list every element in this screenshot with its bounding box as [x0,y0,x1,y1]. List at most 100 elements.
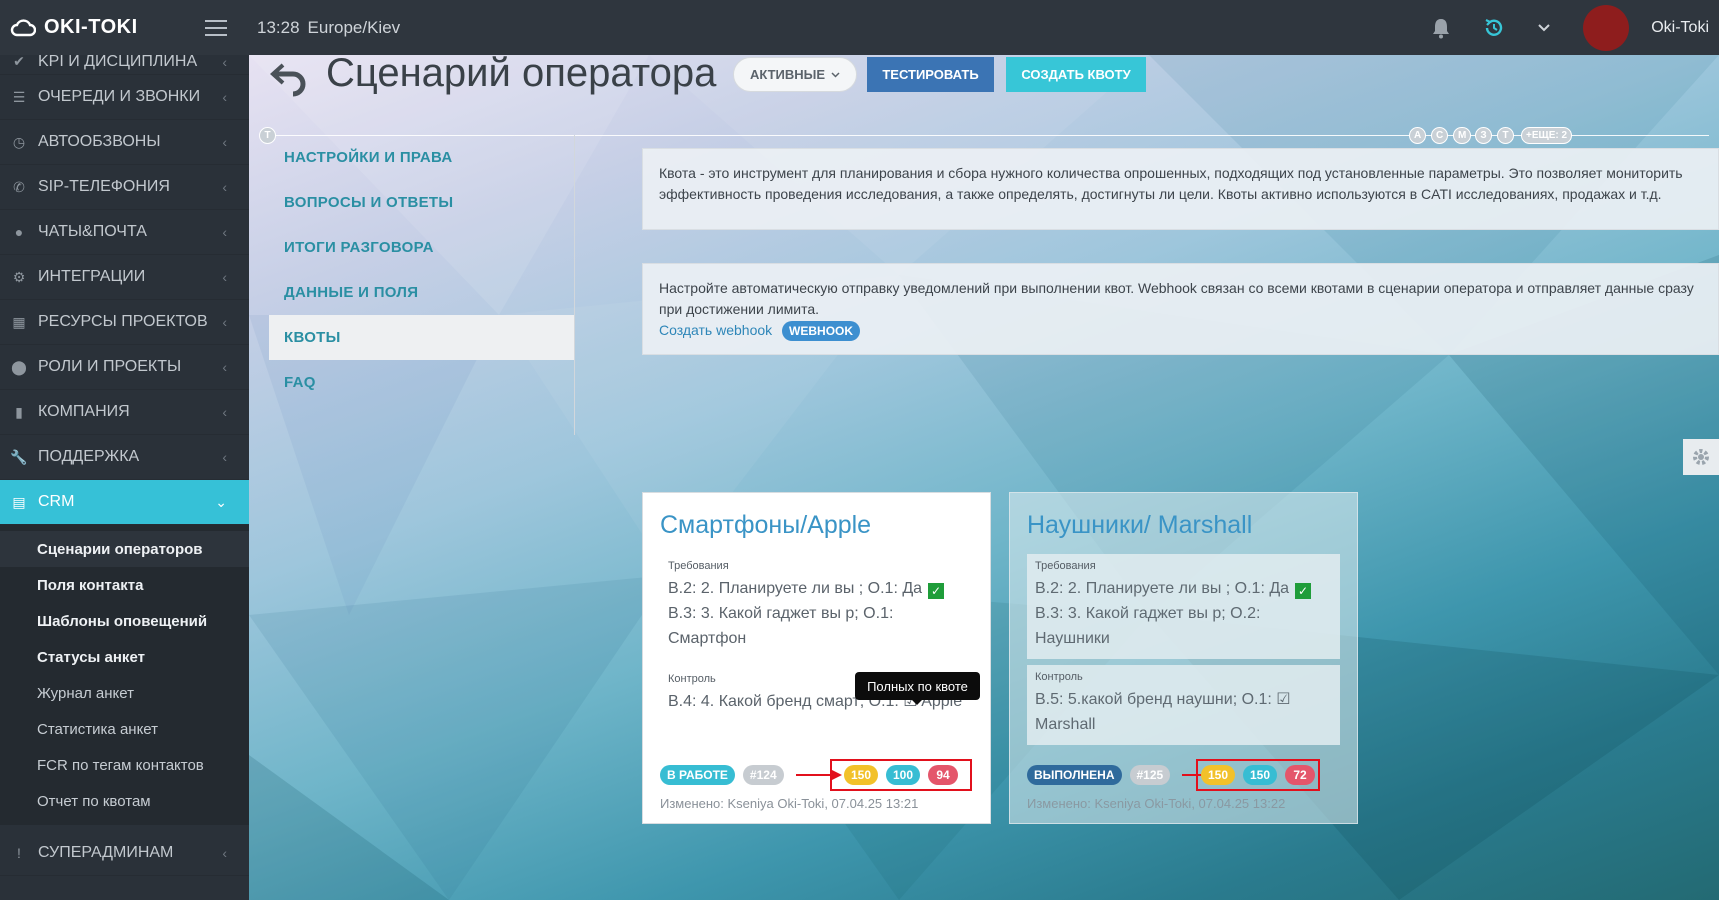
bell-icon[interactable] [1431,17,1451,39]
sidebar-item-label: КОМПАНИЯ [38,403,130,420]
sidebar-item-crm[interactable]: ▤ CRM ⌄ [0,480,249,525]
nav-settings[interactable]: НАСТРОЙКИ И ПРАВА [269,135,574,180]
chevron-down-icon: ⌄ [215,493,227,510]
timezone: Europe/Kiev [307,17,401,37]
sidebar-item-support[interactable]: 🔧 ПОДДЕРЖКА ‹ [0,435,249,480]
timeline-dot[interactable]: A [1409,127,1427,144]
sidebar-item-label: KPI И ДИСЦИПЛИНА [38,52,198,70]
timeline-dot[interactable]: T [1497,127,1514,144]
timeline-dot[interactable]: C [1431,127,1449,144]
chevron-left-icon: ‹ [222,53,227,70]
chat-icon: ● [14,224,24,240]
sidebar-item-label: ПОДДЕРЖКА [38,448,140,465]
chevron-left-icon: ‹ [222,89,227,105]
settings-gear-button[interactable] [1683,439,1719,475]
main-content: Сценарий оператора АКТИВНЫЕ ТЕСТИРОВАТЬ … [249,55,1719,900]
timeline-more[interactable]: +ЕЩЕ: 2 [1521,127,1573,144]
history-icon[interactable] [1483,17,1505,39]
checkbox-checked-icon: ✓ [928,583,945,599]
filter-dropdown[interactable]: АКТИВНЫЕ [733,57,857,92]
submenu-item-contact-fields[interactable]: Поля контакта [0,567,249,603]
gears-icon: ⚙ [12,268,26,285]
chevron-left-icon: ‹ [222,134,227,150]
sidebar-item-autodial[interactable]: ◷ АВТООБЗВОНЫ ‹ [0,120,249,165]
tooltip: Полных по квоте [855,672,980,705]
exclamation-icon: ! [17,845,21,861]
chart-icon: ▮ [15,403,23,420]
logo[interactable]: OKI-TOKI [0,16,195,39]
quota-title[interactable]: Смартфоны/Apple [660,511,973,540]
menu-toggle-icon[interactable] [205,19,227,36]
page-title: Сценарий оператора [326,55,717,95]
crm-submenu: Сценарии операторов Поля контакта Шаблон… [0,525,249,825]
sidebar-item-roles[interactable]: ⬤ РОЛИ И ПРОЕКТЫ ‹ [0,345,249,390]
list-icon: ☰ [12,88,26,105]
create-quota-button[interactable]: СОЗДАТЬ КВОТУ [1006,57,1146,92]
create-webhook-link[interactable]: Создать webhook [659,322,772,338]
card-footer: В РАБОТЕ #124 [660,765,844,785]
crm-icon: ▤ [12,493,26,510]
submenu-item-scenarios[interactable]: Сценарии операторов [0,531,249,567]
sidebar-item-company[interactable]: ▮ КОМПАНИЯ ‹ [0,390,249,435]
chevron-left-icon: ‹ [222,314,227,330]
sidebar-item-resources[interactable]: ▦ РЕСУРСЫ ПРОЕКТОВ ‹ [0,300,249,345]
nav-data-fields[interactable]: ДАННЫЕ И ПОЛЯ [269,270,574,315]
scenario-nav: НАСТРОЙКИ И ПРАВА ВОПРОСЫ И ОТВЕТЫ ИТОГИ… [269,135,575,435]
submenu-item-statuses[interactable]: Статусы анкет [0,639,249,675]
chevron-down-icon [831,71,840,78]
nav-faq[interactable]: FAQ [269,360,574,405]
quota-title[interactable]: Наушники/ Marshall [1027,511,1340,540]
sidebar-item-kpi[interactable]: ✔ KPI И ДИСЦИПЛИНА ‹ [0,49,249,75]
submenu-item-statistics[interactable]: Статистика анкет [0,711,249,747]
sidebar-item-queues[interactable]: ☰ ОЧЕРЕДИ И ЗВОНКИ ‹ [0,75,249,120]
sidebar-item-label: АВТООБЗВОНЫ [38,133,161,150]
requirement-line: B.2: 2. Планируете ли вы ; O.1: Да [668,580,923,597]
back-arrow-icon[interactable] [269,57,309,97]
requirements-block: Требования B.2: 2. Планируете ли вы ; O.… [1027,554,1340,659]
status-badge: ВЫПОЛНЕНА [1027,765,1122,785]
nav-quotas[interactable]: КВОТЫ [269,315,574,360]
top-bar: OKI-TOKI 13:28 Europe/Kiev Oki-Toki [0,0,1719,55]
timeline-dot[interactable]: З [1475,127,1492,144]
quota-limit-count: 150 [843,765,878,785]
sidebar-item-sip[interactable]: ✆ SIP-ТЕЛЕФОНИЯ ‹ [0,165,249,210]
nav-questions[interactable]: ВОПРОСЫ И ОТВЕТЫ [269,180,574,225]
quota-info-box: Квота - это инструмент для планирования … [642,148,1719,230]
user-name[interactable]: Oki-Toki [1651,19,1709,37]
submenu-item-quota-report[interactable]: Отчет по квотам [0,783,249,819]
timeline-dot[interactable]: M [1453,127,1472,144]
nav-results[interactable]: ИТОГИ РАЗГОВОРА [269,225,574,270]
submenu-item-journal[interactable]: Журнал анкет [0,675,249,711]
sidebar-item-label: РЕСУРСЫ ПРОЕКТОВ [38,313,208,330]
quota-id-badge: #125 [1129,765,1171,785]
logo-text: OKI-TOKI [44,16,138,38]
chevron-down-icon[interactable] [1537,23,1551,33]
gear-icon [1693,449,1709,465]
webhook-info-box: Настройте автоматическую отправку уведом… [642,263,1719,355]
quota-card[interactable]: Смартфоны/Apple Требования B.2: 2. Плани… [642,492,991,824]
sidebar-item-chats[interactable]: ● ЧАТЫ&ПОЧТА ‹ [0,210,249,255]
webhook-badge[interactable]: WEBHOOK [782,321,861,341]
sidebar-item-label: ЧАТЫ&ПОЧТА [38,223,147,240]
avatar[interactable] [1583,4,1630,51]
submenu-item-fcr[interactable]: FCR по тегам контактов [0,747,249,783]
quota-full-count[interactable]: 100 [886,765,921,785]
requirement-line: B.3: 3. Какой гаджет вы р; O.1: [668,605,894,622]
quota-full-count[interactable]: 150 [1243,765,1278,785]
sidebar-item-label: ОЧЕРЕДИ И ЗВОНКИ [38,88,201,105]
chevron-left-icon: ‹ [222,179,227,195]
sidebar-item-integrations[interactable]: ⚙ ИНТЕГРАЦИИ ‹ [0,255,249,300]
quota-info-text: Квота - это инструмент для планирования … [659,165,1683,202]
toggle-icon: ⬤ [11,358,27,375]
requirement-line: Наушники [1035,630,1110,647]
sidebar-item-superadmin[interactable]: ! СУПЕРАДМИНАМ ‹ [0,831,249,876]
sidebar-item-label: CRM [38,493,75,510]
quota-card[interactable]: Наушники/ Marshall Требования B.2: 2. Пл… [1009,492,1358,824]
requirements-label: Требования [668,560,729,572]
changed-info: Изменено: Kseniya Oki-Toki, 07.04.25 13:… [1027,796,1286,811]
submenu-item-templates[interactable]: Шаблоны оповещений [0,603,249,639]
control-label: Контроль [1035,671,1083,683]
control-line: Marshall [1035,716,1096,733]
test-button[interactable]: ТЕСТИРОВАТЬ [867,57,994,92]
sidebar-item-label: СУПЕРАДМИНАМ [38,844,174,861]
